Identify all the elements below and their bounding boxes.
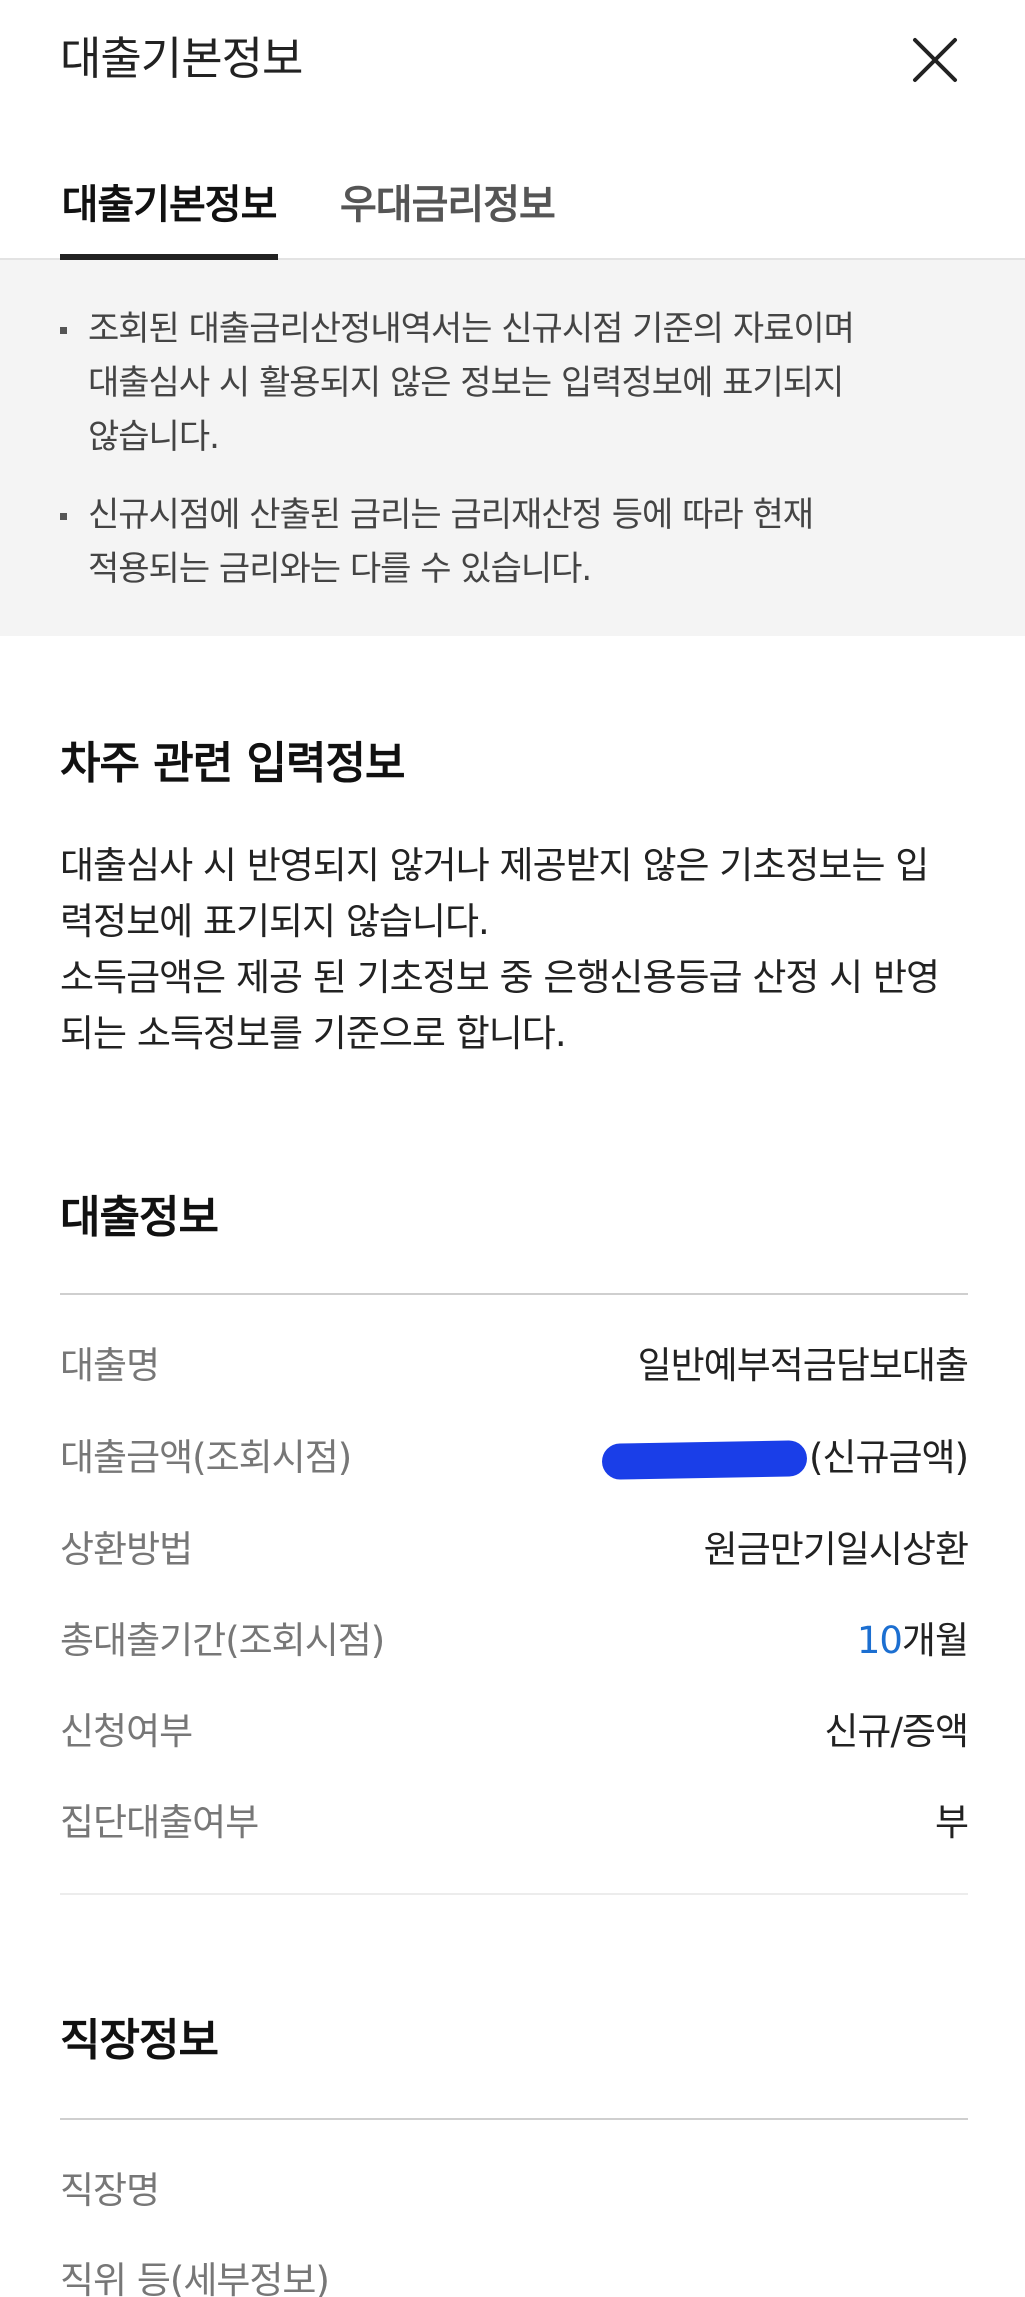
row-value: 부 <box>934 1801 969 1844</box>
row-value: 10개월 <box>856 1608 969 1674</box>
row-label: 신청여부 <box>60 1710 193 1753</box>
loan-section-title: 대출정보 <box>60 1192 219 1243</box>
header: 대출기본정보 <box>0 0 1025 120</box>
loan-row-repayment: 상환방법 원금만기일시상환 <box>60 1517 969 1587</box>
row-label: 집단대출여부 <box>60 1801 259 1844</box>
row-value: 원금만기일시상환 <box>703 1528 969 1571</box>
job-section-title: 직장정보 <box>60 2015 219 2066</box>
row-label: 직장명 <box>60 2169 160 2212</box>
close-icon <box>913 38 957 82</box>
row-label: 대출명 <box>60 1344 160 1387</box>
row-label: 총대출기간(조회시점) <box>60 1619 385 1662</box>
tab-preferential-rate-info[interactable]: 우대금리정보 <box>340 170 556 260</box>
loan-row-amount: 대출금액(조회시점) (신규금액) <box>60 1425 969 1495</box>
period-unit: 개월 <box>901 1619 969 1662</box>
amount-suffix: (신규금액) <box>808 1436 969 1479</box>
close-button[interactable] <box>905 30 965 90</box>
notice-item: 조회된 대출금리산정내역서는 신규시점 기준의 자료이며 대출심사 시 활용되지… <box>60 302 965 464</box>
redaction-mark <box>601 1439 808 1480</box>
page-title: 대출기본정보 <box>60 32 303 85</box>
borrower-description: 대출심사 시 반영되지 않거나 제공받지 않은 기초정보는 입 력정보에 표기되… <box>60 844 940 1055</box>
loan-row-name: 대출명 일반예부적금담보대출 <box>60 1333 969 1403</box>
row-label: 대출금액(조회시점) <box>60 1436 352 1479</box>
period-number: 10 <box>856 1619 903 1662</box>
tab-loan-basic-info[interactable]: 대출기본정보 <box>60 170 278 262</box>
row-value: 신규/증액 <box>824 1710 969 1753</box>
row-value: 일반예부적금담보대출 <box>637 1344 969 1387</box>
borrower-section-title: 차주 관련 입력정보 <box>60 738 405 789</box>
row-label: 상환방법 <box>60 1528 193 1571</box>
loan-row-application: 신청여부 신규/증액 <box>60 1699 969 1769</box>
notice-box: 조회된 대출금리산정내역서는 신규시점 기준의 자료이며 대출심사 시 활용되지… <box>0 260 1025 636</box>
divider <box>60 1293 968 1295</box>
job-row-position: 직위 등(세부정보) <box>60 2248 968 2297</box>
tab-bar: 대출기본정보 우대금리정보 <box>0 170 1025 262</box>
job-row-company: 직장명 <box>60 2158 968 2228</box>
divider <box>60 2118 968 2120</box>
notice-item: 신규시점에 산출된 금리는 금리재산정 등에 따라 현재 적용되는 금리와는 다… <box>60 488 965 596</box>
loan-row-period: 총대출기간(조회시점) 10개월 <box>60 1608 969 1678</box>
row-label: 직위 등(세부정보) <box>60 2259 330 2297</box>
divider <box>60 1893 968 1895</box>
loan-row-group-loan: 집단대출여부 부 <box>60 1790 969 1860</box>
row-value: (신규금액) <box>601 1425 969 1491</box>
